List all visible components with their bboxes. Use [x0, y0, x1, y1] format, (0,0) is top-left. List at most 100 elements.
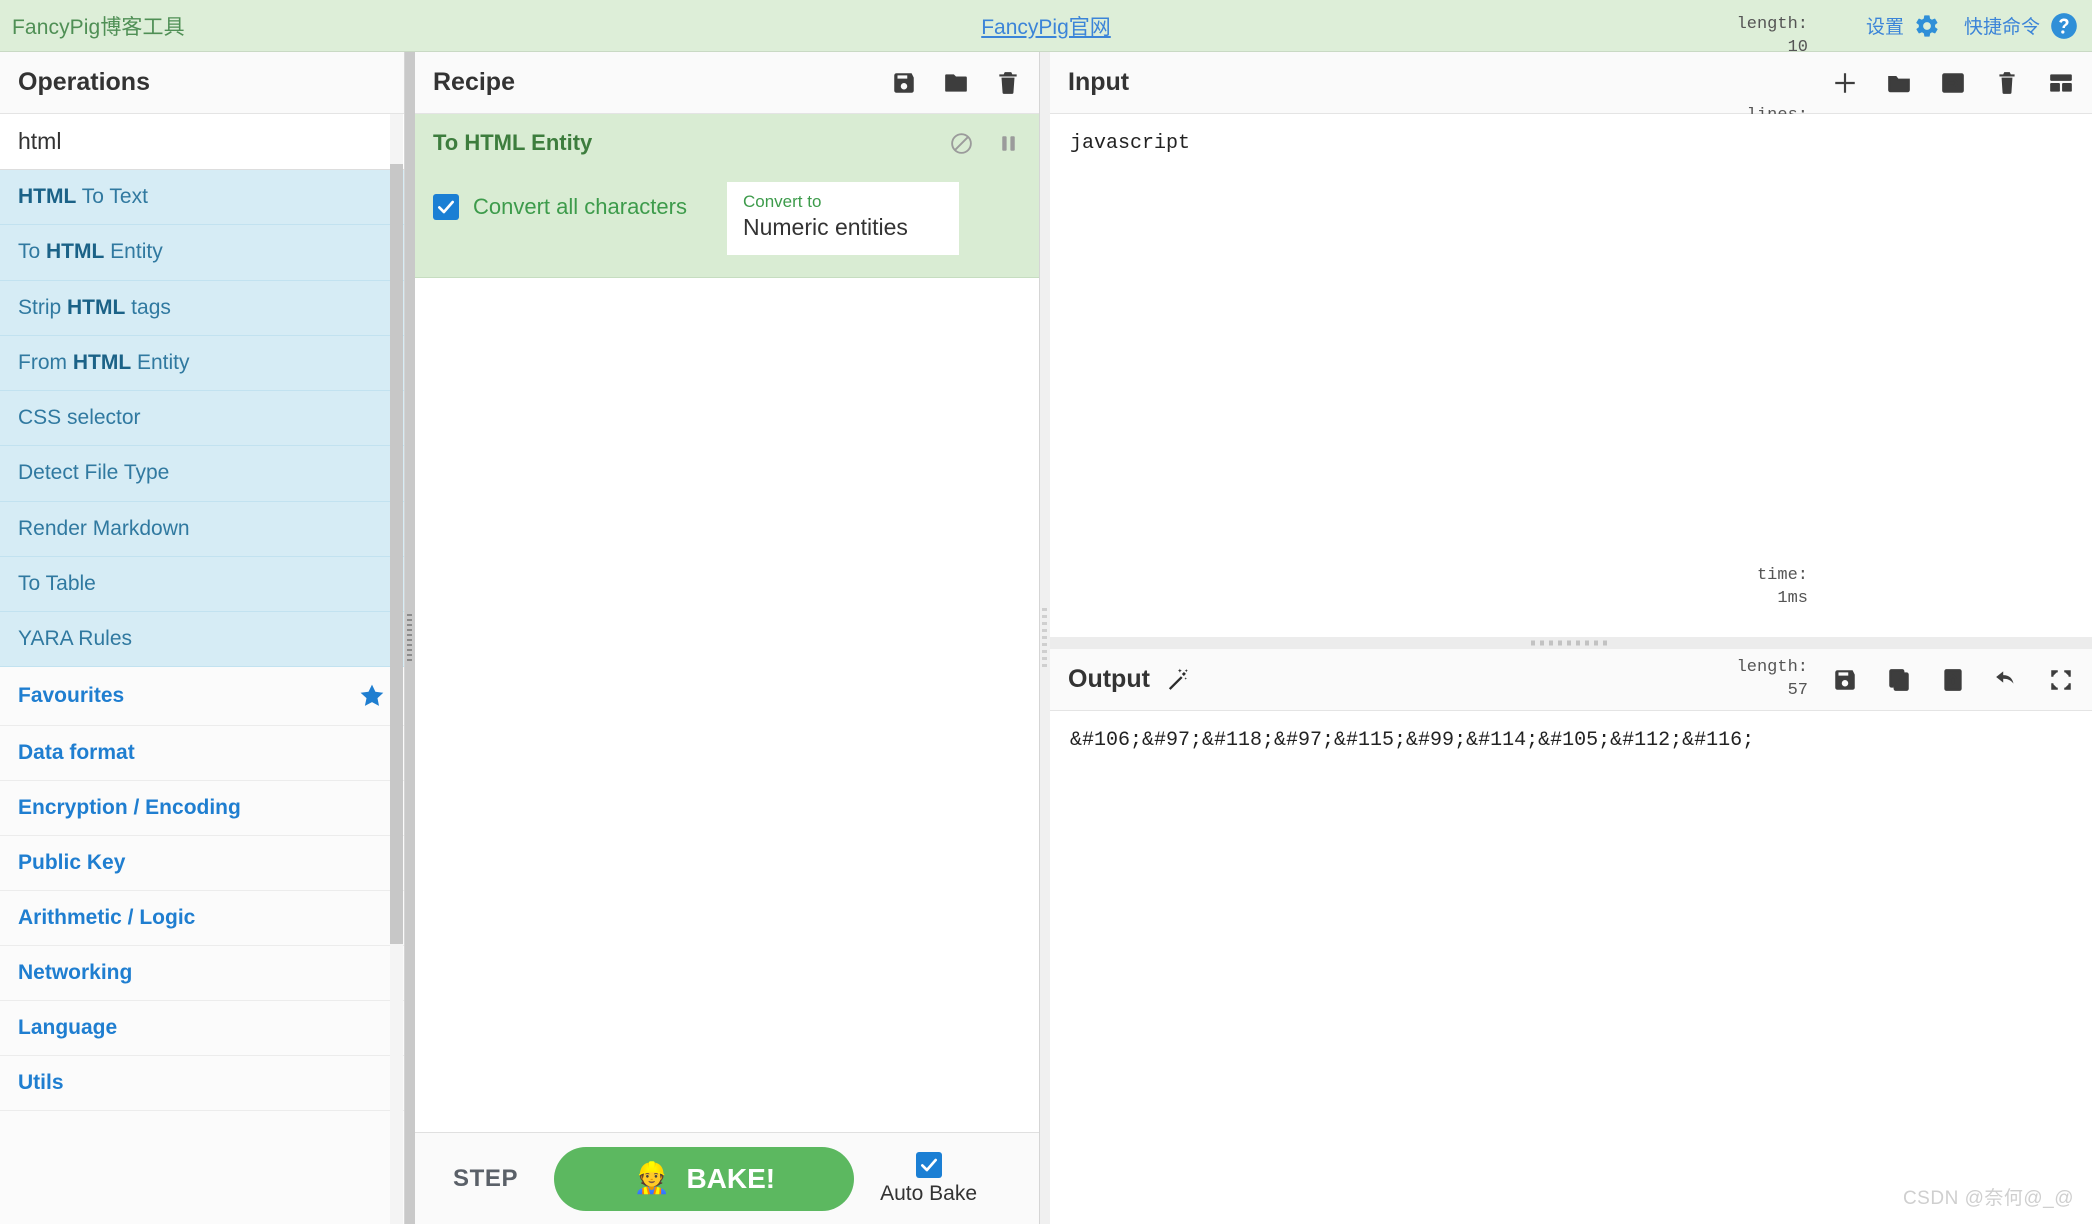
splitter-recipe-io[interactable] — [1040, 52, 1050, 1224]
recipe-title: Recipe — [433, 68, 515, 96]
auto-bake-label[interactable]: Auto Bake — [880, 1182, 977, 1206]
operation-category[interactable]: Encryption / Encoding — [0, 781, 404, 837]
convert-all-characters-label[interactable]: Convert all characters — [473, 194, 687, 220]
operation-category[interactable]: Favourites — [0, 667, 404, 727]
operation-category-label: Public Key — [18, 851, 126, 875]
operations-list: HTML To Text To HTML Entity Strip HTML tag… — [0, 170, 404, 1224]
operation-result[interactable]: To Table — [0, 556, 404, 612]
recipe-operation-controls — [949, 131, 1021, 156]
splitter-ops-recipe[interactable] — [405, 52, 415, 1224]
recipe-panel: Recipe To HTML Entity Convert all charac… — [415, 52, 1040, 1224]
main-area: Operations HTML To TextTo HTML EntityStr… — [0, 15, 2092, 1224]
operation-category[interactable]: Networking — [0, 946, 404, 1002]
input-textarea[interactable]: javascript — [1050, 114, 2092, 637]
convert-all-characters-arg[interactable]: Convert all characters — [433, 182, 687, 220]
operation-category[interactable]: Language — [0, 1001, 404, 1057]
pause-icon[interactable] — [996, 131, 1021, 156]
operation-result[interactable]: To HTML Entity — [0, 225, 404, 281]
operation-result[interactable]: Detect File Type — [0, 446, 404, 502]
recipe-operation-header: To HTML Entity — [433, 130, 1021, 156]
convert-to-label: Convert to — [742, 192, 822, 211]
operation-category[interactable]: Utils — [0, 1056, 404, 1112]
operations-scrollbar[interactable] — [390, 114, 403, 1224]
operation-result[interactable]: HTML To Text — [0, 170, 404, 226]
trash-icon[interactable] — [1994, 70, 2020, 96]
settings-label[interactable]: 设置 — [1866, 12, 1904, 39]
operation-categories: Favourites Data format Encryption / Encodi… — [0, 667, 404, 1112]
splitter-input-output[interactable] — [1050, 637, 2092, 649]
output-stat-value: 1ms — [1777, 588, 1808, 608]
shortcuts-label[interactable]: 快捷命令 — [1964, 12, 2040, 39]
scrollbar-thumb[interactable] — [390, 164, 403, 944]
disable-icon[interactable] — [949, 131, 974, 156]
operation-result[interactable]: Render Markdown — [0, 501, 404, 557]
convert-to-value: Numeric entities — [742, 214, 908, 240]
operation-category-label: Favourites — [18, 684, 125, 708]
input-title-bar: Input length: 10 lines: 1 — [1050, 15, 2092, 148]
output-panel: Output time: 1ms length: 57 &#106;&#97;&… — [1050, 566, 2092, 1224]
recipe-operation[interactable]: To HTML Entity Convert all characters Co… — [415, 114, 1039, 278]
operation-category[interactable]: Public Key — [0, 836, 404, 892]
convert-to-select[interactable]: Convert to Numeric entities — [726, 182, 959, 255]
trash-icon[interactable] — [995, 70, 1021, 96]
tabs-layout-icon[interactable] — [2048, 70, 2074, 96]
search-input[interactable] — [0, 114, 404, 169]
replace-input-icon[interactable] — [1940, 667, 1966, 693]
splitter-grip — [407, 614, 412, 662]
bake-button[interactable]: 👷 BAKE! — [554, 1146, 855, 1211]
operation-category[interactable]: Data format — [0, 726, 404, 782]
import-icon[interactable] — [1940, 70, 1966, 96]
operation-category-label: Networking — [18, 961, 133, 985]
magic-wand-icon[interactable] — [1150, 666, 1192, 694]
output-textarea[interactable]: &#106;&#97;&#118;&#97;&#115;&#99;&#114;&… — [1050, 711, 2092, 1224]
brand-title: FancyPig博客工具 — [12, 15, 185, 39]
gear-icon[interactable] — [1914, 13, 1940, 39]
input-title: Input — [1068, 68, 1130, 96]
output-stat-value: 57 — [1787, 680, 1808, 700]
auto-bake-control[interactable]: Auto Bake — [874, 1151, 977, 1206]
maximise-icon[interactable] — [2048, 667, 2074, 693]
step-button[interactable]: STEP — [437, 1165, 534, 1193]
splitter-grip — [1042, 608, 1047, 668]
recipe-operation-list[interactable]: To HTML Entity Convert all characters Co… — [415, 114, 1039, 1132]
star-icon — [358, 682, 386, 710]
output-stat-key: length: — [1736, 657, 1808, 677]
operations-search-wrap — [0, 114, 404, 170]
input-panel: Input length: 10 lines: 1 — [1050, 15, 2092, 637]
recipe-operation-name: To HTML Entity — [433, 130, 593, 155]
copy-icon[interactable] — [1886, 667, 1912, 693]
recipe-title-bar: Recipe — [415, 52, 1039, 114]
save-icon[interactable] — [891, 70, 917, 96]
save-icon[interactable] — [1832, 667, 1858, 693]
auto-bake-checkbox[interactable] — [915, 1151, 942, 1178]
operation-category-label: Data format — [18, 741, 135, 765]
operation-category-label: Utils — [18, 1071, 64, 1095]
question-circle-icon[interactable] — [2050, 12, 2078, 40]
operation-category-label: Language — [18, 1016, 118, 1040]
bake-button-label: BAKE! — [686, 1162, 776, 1194]
operation-result[interactable]: CSS selector — [0, 391, 404, 447]
operation-result[interactable]: Strip HTML tags — [0, 280, 404, 336]
operations-panel: Operations HTML To TextTo HTML EntityStr… — [0, 52, 405, 1224]
operation-category-label: Encryption / Encoding — [18, 796, 241, 820]
official-site-link[interactable]: FancyPig官网 — [981, 11, 1111, 41]
operation-category[interactable]: Arithmetic / Logic — [0, 891, 404, 947]
search-results: HTML To Text To HTML Entity Strip HTML tag… — [0, 170, 404, 668]
folder-open-icon[interactable] — [1886, 70, 1912, 96]
operation-result[interactable]: From HTML Entity — [0, 335, 404, 391]
operations-title-bar: Operations — [0, 52, 404, 114]
undo-icon[interactable] — [1994, 667, 2020, 693]
operations-title: Operations — [18, 68, 150, 96]
folder-icon[interactable] — [943, 70, 969, 96]
output-actions — [1832, 667, 2074, 693]
recipe-controls-bar: STEP 👷 BAKE! Auto Bake — [415, 1132, 1039, 1224]
output-stat-key: time: — [1756, 565, 1808, 585]
plus-icon[interactable] — [1832, 70, 1858, 96]
convert-all-characters-checkbox[interactable] — [433, 194, 459, 220]
banner-actions: 设置 快捷命令 — [1866, 12, 2092, 40]
recipe-operation-args: Convert all characters Convert to Numeri… — [433, 182, 1021, 255]
io-column: Input length: 10 lines: 1 — [1050, 15, 2092, 1224]
operation-result[interactable]: YARA Rules — [0, 612, 404, 668]
splitter-grip — [1531, 640, 1611, 646]
input-stat-value: 10 — [1787, 37, 1808, 57]
